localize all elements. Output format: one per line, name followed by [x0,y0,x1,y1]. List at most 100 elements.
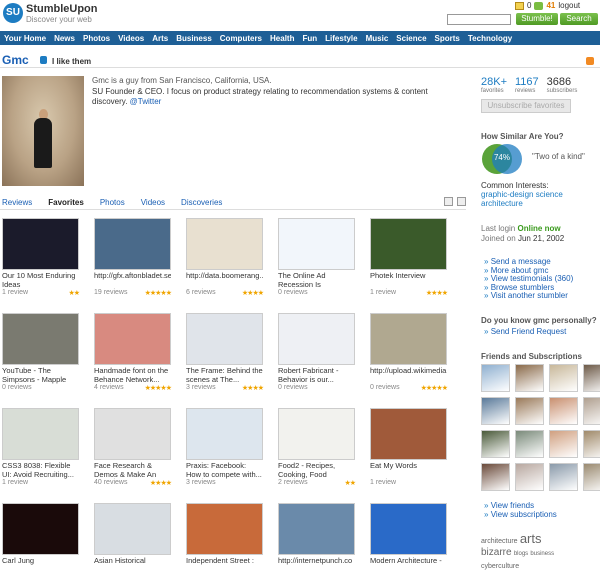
favorite-thumbnail[interactable] [370,218,447,270]
review-count[interactable]: 2 reviews [278,479,308,487]
nav-sports[interactable]: Sports [431,34,464,43]
review-count[interactable]: 4 reviews [94,384,124,392]
favorite-title[interactable]: Eat My Words [370,462,447,479]
favorite-thumbnail[interactable] [278,313,355,365]
favorite-title[interactable]: Independent Street : [186,557,263,574]
tag-architecture[interactable]: architecture [481,538,518,545]
favorite-title[interactable]: Food2 - Recipes, Cooking, Food [278,462,355,479]
favorite-thumbnail[interactable] [370,408,447,460]
favorites-count[interactable]: 41 [546,1,555,10]
review-count[interactable]: 0 reviews [2,384,32,391]
review-count[interactable]: 0 reviews [278,384,308,391]
favorite-card[interactable]: The Frame: Behind the scenes at The... 3 … [186,313,264,392]
friend-avatar[interactable] [481,463,510,491]
favorite-thumbnail[interactable] [186,408,263,460]
friend-avatar[interactable] [515,364,544,392]
favorite-card[interactable]: CSS3 8038: Flexible UI: Avoid Recruiting… [2,408,79,486]
favorite-title[interactable]: YouTube - The Simpsons - Mapple [2,367,79,384]
favorite-title[interactable]: Face Research & Demos & Make An [94,462,171,479]
logout-link[interactable]: logout [558,1,580,10]
action-visit-stumbler[interactable]: » Visit another stumbler [484,292,573,301]
favorite-thumbnail[interactable] [370,503,447,555]
favorite-card[interactable]: The Online Ad Recession Is 0 reviews [278,218,355,296]
unsubscribe-button[interactable]: Unsubscribe favorites [481,99,571,113]
favorite-thumbnail[interactable] [186,218,263,270]
favorite-thumbnail[interactable] [2,218,79,270]
tab-discoveries[interactable]: Discoveries [181,198,222,207]
list-view-icon[interactable] [444,197,453,206]
nav-photos[interactable]: Photos [79,34,114,43]
favorite-card[interactable]: Independent Street : [186,503,263,574]
favorite-title[interactable]: Modern Architecture - [370,557,447,574]
common-interests-list[interactable]: graphic-design science architecture [481,190,591,208]
view-friends-link[interactable]: View friends [491,501,534,510]
review-count[interactable]: 1 review [370,479,396,486]
friend-avatar[interactable] [583,463,600,491]
favorite-card[interactable]: http://upload.wikimedia.../wikipedia...0… [370,313,448,392]
nav-news[interactable]: News [50,34,79,43]
review-count[interactable]: 0 reviews [370,384,400,392]
friend-avatar[interactable] [515,430,544,458]
grid-view-icon[interactable] [457,197,466,206]
rss-icon[interactable] [586,57,594,65]
favorite-title[interactable]: http://data.boomerang.../b/boomerang... [186,272,263,289]
mail-icon[interactable] [515,1,524,10]
nav-your-home[interactable]: Your Home [0,34,50,43]
favorite-title[interactable]: The Online Ad Recession Is [278,272,355,289]
favorite-card[interactable]: YouTube - The Simpsons - Mapple 0 reviews [2,313,79,391]
favorite-card[interactable]: Handmade font on the Behance Network... 4… [94,313,172,392]
friend-avatar[interactable] [583,397,600,425]
review-count[interactable]: 1 review [370,289,396,297]
action-link[interactable]: Visit another stumbler [491,291,568,301]
favorite-thumbnail[interactable] [2,313,79,365]
favorites-icon[interactable] [534,1,544,10]
favorite-title[interactable]: Robert Fabricant - Behavior is our... [278,367,355,384]
nav-business[interactable]: Business [172,34,216,43]
tab-reviews[interactable]: Reviews [2,198,32,207]
favorite-title[interactable]: Carl Jung [2,557,79,574]
favorite-title[interactable]: CSS3 8038: Flexible UI: Avoid Recruiting… [2,462,79,479]
tag-cyberculture[interactable]: cyberculture [481,563,519,570]
friend-request-row[interactable]: » Send Friend Request [484,327,566,336]
favorite-card[interactable]: Praxis: Facebook: How to compete with...… [186,408,263,486]
tag-business[interactable]: business [530,551,554,557]
friend-avatar[interactable] [515,463,544,491]
friend-avatar[interactable] [481,364,510,392]
twitter-link[interactable]: @Twitter [130,97,162,106]
stat-reviews[interactable]: 1167 reviews [515,76,539,94]
favorite-card[interactable]: Modern Architecture - [370,503,447,574]
friend-avatar[interactable] [583,430,600,458]
tag-arts[interactable]: arts [520,531,542,546]
review-count[interactable]: 1 review [2,289,28,297]
send-friend-request-link[interactable]: Send Friend Request [491,327,567,336]
nav-computers[interactable]: Computers [216,34,266,43]
favorite-title[interactable]: http://upload.wikimedia.../wikipedia... [370,367,447,384]
favorite-card[interactable]: Eat My Words 1 review [370,408,447,486]
nav-arts[interactable]: Arts [148,34,172,43]
stumbleupon-logo-icon[interactable]: SU [3,3,23,23]
favorite-card[interactable]: Robert Fabricant - Behavior is our... 0 r… [278,313,355,391]
favorite-card[interactable]: Face Research & Demos & Make An 40 review… [94,408,172,487]
favorite-title[interactable]: The Frame: Behind the scenes at The... [186,367,263,384]
favorite-title[interactable]: Asian Historical [94,557,171,574]
review-count[interactable]: 0 reviews [278,289,308,296]
favorite-thumbnail[interactable] [186,313,263,365]
favorite-title[interactable]: Our 10 Most Enduring Ideas [2,272,79,289]
favorite-thumbnail[interactable] [94,503,171,555]
friend-avatar[interactable] [549,397,578,425]
review-count[interactable]: 19 reviews [94,289,127,297]
tab-favorites[interactable]: Favorites [48,198,84,207]
favorite-thumbnail[interactable] [278,218,355,270]
friend-avatar[interactable] [583,364,600,392]
favorite-thumbnail[interactable] [186,503,263,555]
friend-avatar[interactable] [515,397,544,425]
friend-avatar[interactable] [549,364,578,392]
favorite-thumbnail[interactable] [94,218,171,270]
search-button[interactable]: Search [560,13,598,25]
nav-science[interactable]: Science [392,34,430,43]
nav-lifestyle[interactable]: Lifestyle [321,34,361,43]
review-count[interactable]: 6 reviews [186,289,216,297]
favorite-card[interactable]: Our 10 Most Enduring Ideas 1 review ★★ [2,218,80,297]
favorite-title[interactable]: Praxis: Facebook: How to compete with... [186,462,263,479]
review-count[interactable]: 3 reviews [186,479,216,486]
